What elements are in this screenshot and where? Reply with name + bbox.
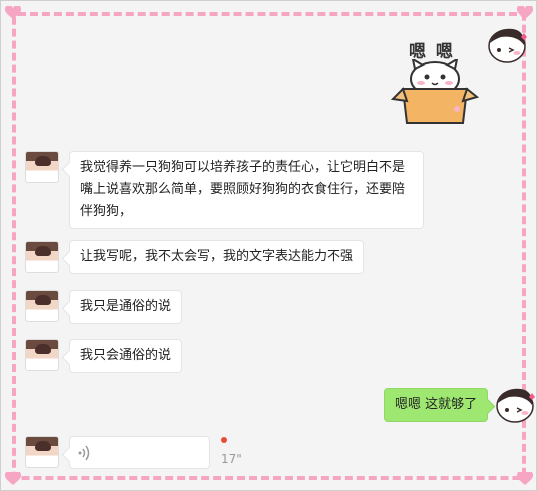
voice-duration: 17" <box>221 452 242 466</box>
contact-avatar[interactable] <box>25 151 59 183</box>
contact-avatar[interactable] <box>25 290 59 322</box>
contact-avatar[interactable] <box>25 339 59 371</box>
message-text: 嗯嗯 这就够了 <box>395 397 478 412</box>
cat-in-box-sticker <box>391 59 479 124</box>
sent-message-bubble[interactable]: 嗯嗯 这就够了 <box>384 388 489 422</box>
message-text: 让我写呢，我不太会写，我的文字表达能力不强 <box>80 249 354 264</box>
heart-icon <box>5 472 21 485</box>
message-text: 我只是通俗的说 <box>80 299 172 314</box>
chat-window: 嗯 嗯 我觉得养一只狗狗可以培养孩子的责任心，让它明白不是嘴上说喜欢那么简单，要… <box>0 0 537 491</box>
my-avatar[interactable] <box>495 385 535 423</box>
heart-icon <box>517 6 533 19</box>
voice-message-bubble[interactable] <box>69 436 210 469</box>
my-avatar[interactable] <box>487 25 527 63</box>
message-bubble[interactable]: 我只是通俗的说 <box>69 290 183 324</box>
contact-avatar[interactable] <box>25 436 59 468</box>
contact-avatar[interactable] <box>25 241 59 273</box>
unread-dot <box>221 437 227 443</box>
message-bubble[interactable]: 让我写呢，我不太会写，我的文字表达能力不强 <box>69 240 365 274</box>
message-bubble[interactable]: 我觉得养一只狗狗可以培养孩子的责任心，让它明白不是嘴上说喜欢那么简单，要照顾好狗… <box>69 151 424 229</box>
sticker-message[interactable]: 嗯 嗯 <box>391 37 479 127</box>
message-text: 我只会通俗的说 <box>80 348 172 363</box>
voice-wave-icon <box>78 445 90 461</box>
heart-icon <box>5 6 21 19</box>
message-bubble[interactable]: 我只会通俗的说 <box>69 339 183 373</box>
message-text: 我觉得养一只狗狗可以培养孩子的责任心，让它明白不是嘴上说喜欢那么简单，要照顾好狗… <box>80 160 406 219</box>
heart-icon <box>517 472 533 485</box>
